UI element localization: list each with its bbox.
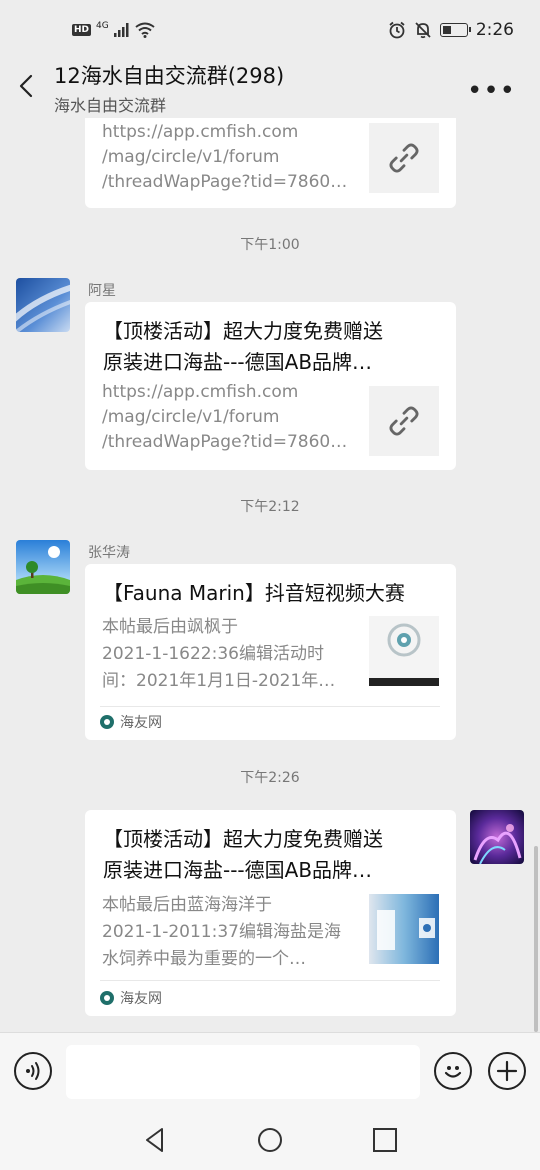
- article-source: 海友网: [100, 988, 162, 1008]
- plus-icon: [496, 1060, 518, 1082]
- status-left: HD 4G: [72, 21, 155, 38]
- link-title: 【顶楼活动】超大力度免费赠送 原装进口海盐---德国AB品牌…: [103, 319, 383, 374]
- article-description: 本帖最后由蓝海海洋于 2021-1-2011:37编辑海盐是海 水饲养中最为重要…: [102, 895, 341, 969]
- link-icon: [389, 406, 419, 436]
- more-options-button[interactable]: •••: [467, 76, 516, 106]
- avatar[interactable]: [16, 540, 70, 594]
- site-logo-icon: [100, 991, 114, 1005]
- article-title: 【Fauna Marin】抖音短视频大赛: [103, 581, 405, 605]
- wifi-icon: [135, 22, 155, 38]
- signal-icon: [113, 23, 129, 37]
- link-url: https://app.cmfish.com /mag/circle/v1/fo…: [102, 382, 348, 452]
- article-source: 海友网: [100, 712, 162, 732]
- card-divider: [100, 706, 440, 707]
- link-card[interactable]: 【顶楼活动】超大力度免费赠送 原装进口海盐---德国AB品牌… https://…: [85, 302, 456, 470]
- link-url: https://app.cmfish.com /mag/circle/v1/fo…: [102, 122, 348, 192]
- voice-icon: [26, 1062, 40, 1080]
- chat-title: 12海水自由交流群(298): [54, 64, 285, 88]
- timestamp: 下午2:26: [240, 770, 300, 786]
- status-right: 2:26: [388, 20, 514, 40]
- sender-name: 张华涛: [88, 545, 130, 561]
- chat-subtitle: 海水自由交流群: [54, 96, 167, 115]
- avatar[interactable]: [16, 278, 70, 332]
- more-functions-button[interactable]: [488, 1052, 526, 1090]
- my-avatar[interactable]: [470, 810, 524, 864]
- link-card[interactable]: https://app.cmfish.com /mag/circle/v1/fo…: [85, 118, 456, 208]
- input-bar: [0, 1032, 540, 1112]
- recents-square-icon[interactable]: [371, 1126, 399, 1154]
- emoji-button[interactable]: [434, 1052, 472, 1090]
- sender-name: 阿星: [88, 283, 116, 299]
- hd-badge: HD: [72, 24, 92, 36]
- article-description: 本帖最后由飒枫于 2021-1-1622:36编辑活动时 间：2021年1月1日…: [102, 617, 336, 691]
- article-card[interactable]: 【Fauna Marin】抖音短视频大赛 本帖最后由飒枫于 2021-1-162…: [85, 564, 456, 740]
- timestamp: 下午2:12: [240, 499, 300, 515]
- message-list[interactable]: https://app.cmfish.com /mag/circle/v1/fo…: [0, 118, 540, 1032]
- voice-input-button[interactable]: [14, 1052, 52, 1090]
- chat-header: 12海水自由交流群(298) 海水自由交流群 •••: [0, 56, 540, 118]
- home-circle-icon[interactable]: [256, 1126, 284, 1154]
- timestamp: 下午1:00: [240, 237, 300, 253]
- link-thumbnail: [369, 123, 439, 193]
- system-navigation-bar: [0, 1112, 540, 1170]
- card-divider: [100, 980, 440, 981]
- mute-bell-icon: [415, 22, 431, 39]
- clock: 2:26: [475, 20, 514, 40]
- alarm-icon: [389, 21, 405, 39]
- emoji-icon: [444, 1066, 462, 1078]
- article-thumbnail: [369, 616, 439, 686]
- battery-icon: [439, 23, 471, 37]
- back-arrow-icon[interactable]: [16, 74, 40, 98]
- link-thumbnail: [369, 386, 439, 456]
- network-label: 4G: [96, 21, 109, 31]
- article-card[interactable]: 【顶楼活动】超大力度免费赠送 原装进口海盐---德国AB品牌… 本帖最后由蓝海海…: [85, 810, 456, 1016]
- site-logo-icon: [100, 715, 114, 729]
- article-thumbnail: [369, 894, 439, 964]
- back-triangle-icon[interactable]: [142, 1126, 170, 1154]
- message-input[interactable]: [66, 1045, 420, 1099]
- scrollbar[interactable]: [534, 846, 538, 1032]
- link-icon: [389, 143, 419, 173]
- article-title: 【顶楼活动】超大力度免费赠送 原装进口海盐---德国AB品牌…: [103, 827, 383, 882]
- status-bar: HD 4G 2:26: [0, 0, 540, 56]
